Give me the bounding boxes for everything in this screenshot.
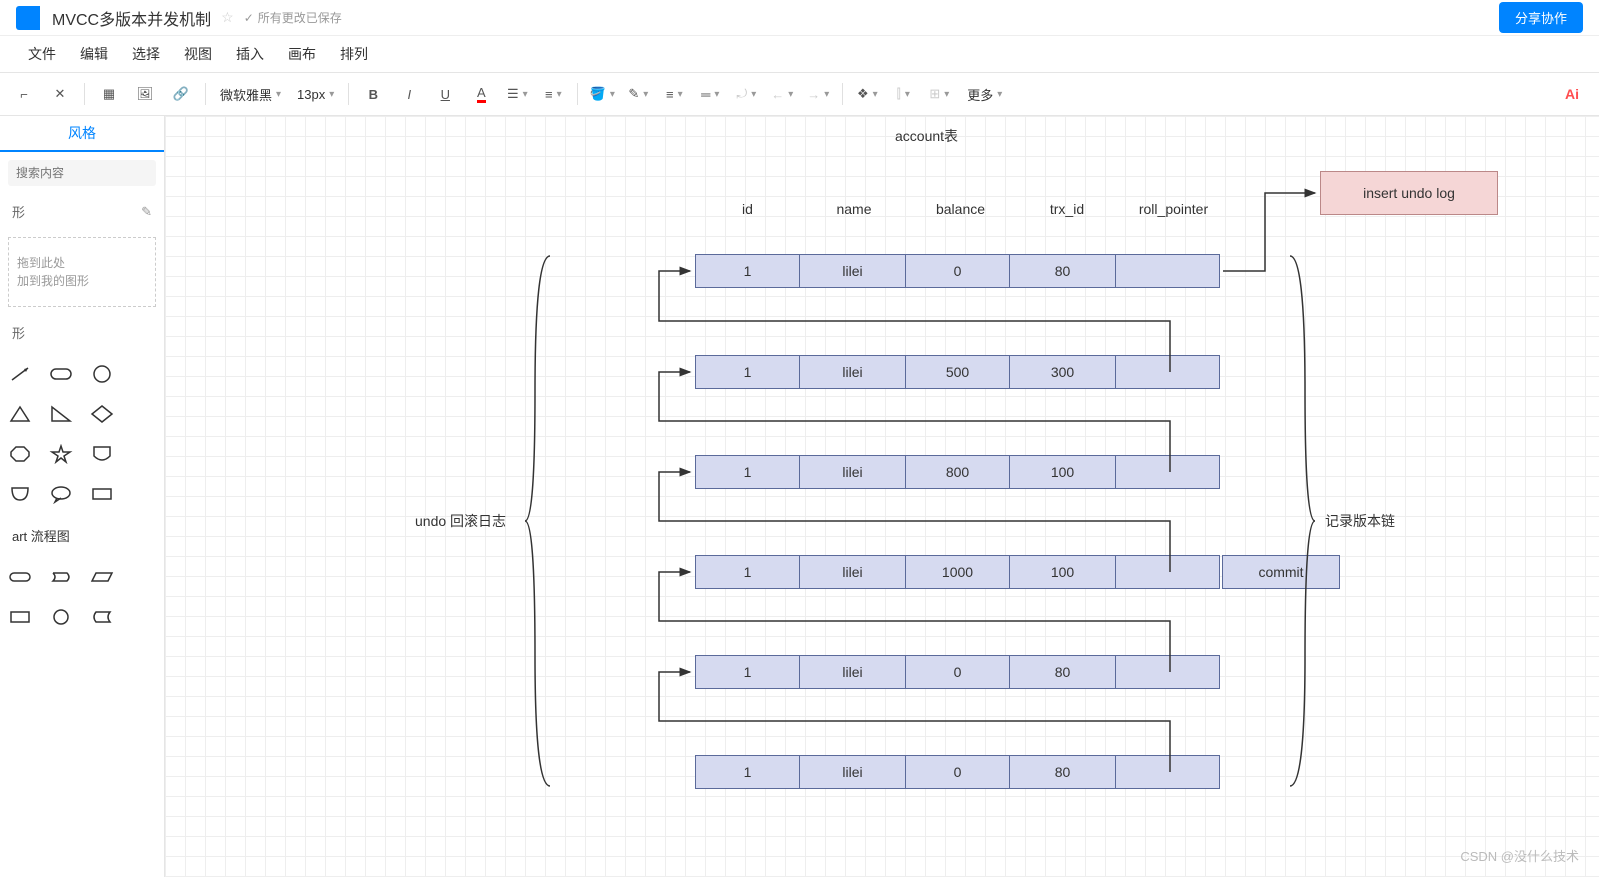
save-status: 所有更改已保存	[244, 9, 342, 26]
align-objects-icon[interactable]: ⫿	[887, 78, 919, 110]
menu-edit[interactable]: 编辑	[80, 44, 108, 64]
menu-arrange[interactable]: 排列	[340, 44, 368, 64]
image-icon[interactable]: 🖼	[129, 78, 161, 110]
underline-icon[interactable]: U	[429, 78, 461, 110]
sidebar-tab-style[interactable]: 风格	[0, 116, 164, 152]
left-brace	[525, 256, 555, 796]
menu-insert[interactable]: 插入	[236, 44, 264, 64]
app-logo	[16, 6, 40, 30]
font-family-select[interactable]: 微软雅黑	[214, 85, 287, 104]
shape-drop[interactable]	[4, 478, 36, 510]
shape-terminator[interactable]	[4, 561, 36, 593]
connectors	[645, 116, 1345, 816]
shape-parallelogram[interactable]	[86, 561, 118, 593]
shape-speech[interactable]	[45, 478, 77, 510]
shape-blank[interactable]	[127, 358, 159, 390]
line-weight-icon[interactable]: ═	[694, 78, 726, 110]
more-button[interactable]: 更多	[959, 85, 1010, 104]
shape-blank4[interactable]	[127, 478, 159, 510]
shape-stored-data[interactable]	[86, 601, 118, 633]
line-style-icon[interactable]: ≡	[658, 78, 690, 110]
document-title[interactable]: MVCC多版本并发机制	[52, 6, 211, 30]
shape-octagon[interactable]	[4, 438, 36, 470]
shape-diamond[interactable]	[86, 398, 118, 430]
layer-icon[interactable]: ❖	[851, 78, 883, 110]
shape-circle[interactable]	[86, 358, 118, 390]
watermark: CSDN @没什么技术	[1460, 846, 1579, 865]
menu-canvas[interactable]: 画布	[288, 44, 316, 64]
ai-badge[interactable]: Ai	[1553, 86, 1591, 102]
basic-shapes-heading: 形	[12, 323, 25, 342]
format-painter-icon[interactable]: ⌐	[8, 78, 40, 110]
fill-color-icon[interactable]: 🪣	[586, 78, 618, 110]
arrow-start-icon[interactable]: ←	[766, 78, 798, 110]
align-icon[interactable]: ≡	[537, 78, 569, 110]
shape-shield[interactable]	[86, 438, 118, 470]
menu-view[interactable]: 视图	[184, 44, 212, 64]
star-icon[interactable]: ☆	[221, 9, 234, 26]
insert-undo-box[interactable]: insert undo log	[1320, 171, 1498, 215]
font-size-select[interactable]: 13px	[291, 87, 340, 102]
font-color-icon[interactable]: A	[465, 78, 497, 110]
shape-process[interactable]	[4, 601, 36, 633]
shape-rect[interactable]	[86, 478, 118, 510]
shape-connector[interactable]	[45, 601, 77, 633]
edit-icon[interactable]: ✎	[141, 204, 152, 220]
shape-right-triangle[interactable]	[45, 398, 77, 430]
clear-format-icon[interactable]: ✕	[44, 78, 76, 110]
toolbar: ⌐ ✕ ▦ 🖼 🔗 微软雅黑 13px B I U A ☰ ≡ 🪣 ✎ ≡ ═ …	[0, 72, 1599, 116]
shapes-dropzone[interactable]: 拖到此处 加到我的图形	[8, 237, 156, 307]
app-header: MVCC多版本并发机制 ☆ 所有更改已保存 分享协作	[0, 0, 1599, 36]
shape-blank2[interactable]	[127, 398, 159, 430]
canvas[interactable]: account表 id name balance trx_id roll_poi…	[165, 116, 1599, 877]
italic-icon[interactable]: I	[393, 78, 425, 110]
shape-star[interactable]	[45, 438, 77, 470]
sidebar: 风格 形 ✎ 拖到此处 加到我的图形 形	[0, 116, 165, 877]
stroke-color-icon[interactable]: ✎	[622, 78, 654, 110]
shape-display[interactable]	[45, 561, 77, 593]
shape-roundrect[interactable]	[45, 358, 77, 390]
shape-palette	[0, 350, 164, 518]
flowchart-heading: art 流程图	[0, 518, 164, 553]
shape-blank6[interactable]	[127, 601, 159, 633]
share-button[interactable]: 分享协作	[1499, 2, 1583, 33]
shapes-heading: 形	[12, 202, 25, 221]
arrow-end-icon[interactable]: →	[802, 78, 834, 110]
search-input[interactable]	[8, 160, 156, 186]
connector-icon[interactable]: ⤾	[730, 78, 762, 110]
group-icon[interactable]: ⊞	[923, 78, 955, 110]
undo-log-label: undo 回滚日志	[415, 511, 506, 531]
bold-icon[interactable]: B	[357, 78, 389, 110]
shape-blank5[interactable]	[127, 561, 159, 593]
fill-pattern-icon[interactable]: ▦	[93, 78, 125, 110]
link-icon[interactable]: 🔗	[165, 78, 197, 110]
shape-triangle[interactable]	[4, 398, 36, 430]
shape-blank3[interactable]	[127, 438, 159, 470]
shape-line[interactable]	[4, 358, 36, 390]
menu-file[interactable]: 文件	[28, 44, 56, 64]
menu-select[interactable]: 选择	[132, 44, 160, 64]
flowchart-palette	[0, 553, 164, 641]
line-height-icon[interactable]: ☰	[501, 78, 533, 110]
menubar: 文件 编辑 选择 视图 插入 画布 排列	[0, 36, 1599, 72]
